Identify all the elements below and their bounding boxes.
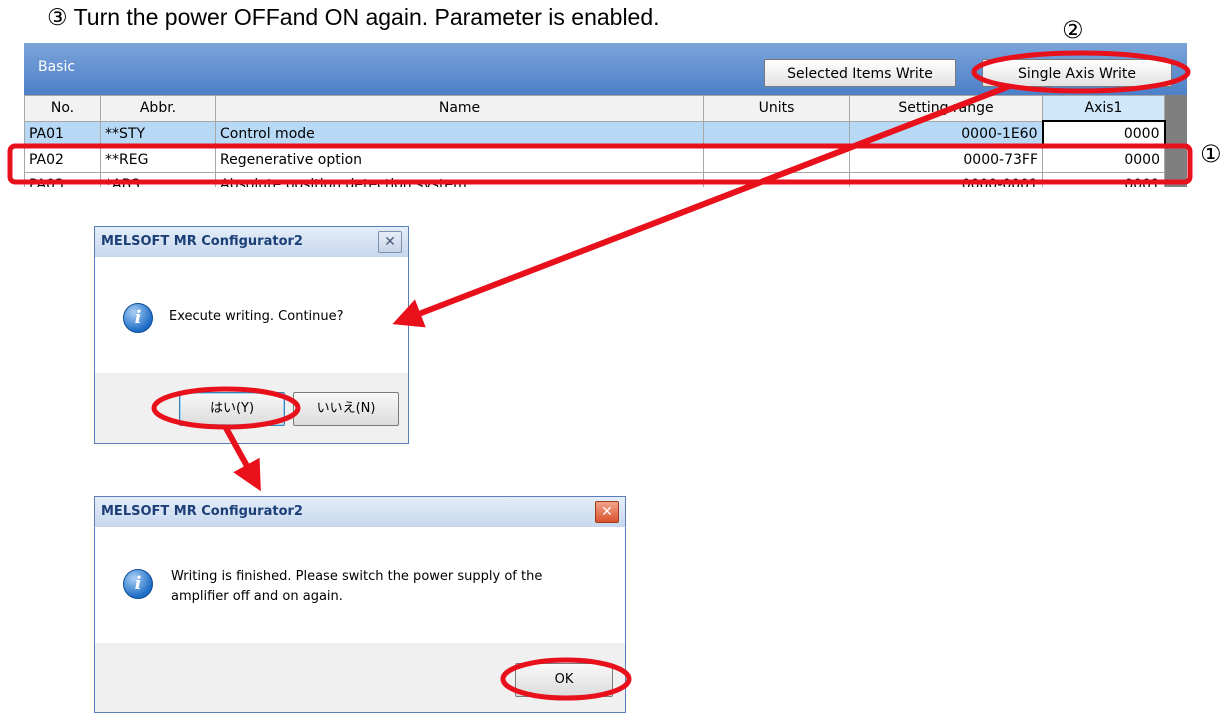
arrow-to-finished-dialog bbox=[223, 426, 261, 492]
yes-button-highlight bbox=[151, 386, 301, 430]
arrow-to-confirm-dialog bbox=[392, 83, 1012, 328]
ok-button-highlight bbox=[500, 657, 632, 701]
annotation-overlay bbox=[7, 50, 1193, 701]
row-highlight-box bbox=[7, 143, 1193, 185]
